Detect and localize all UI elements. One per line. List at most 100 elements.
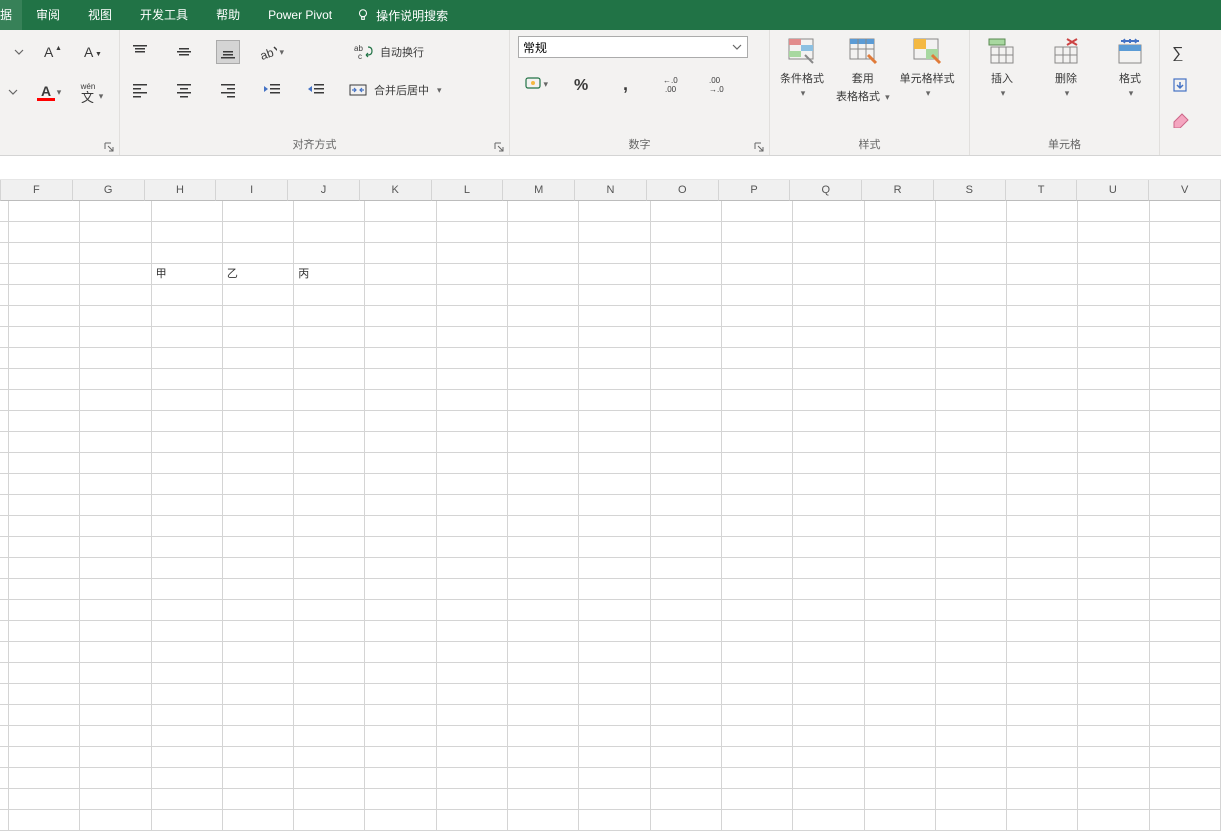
- cell-Q14[interactable]: [793, 474, 864, 495]
- cell-G9[interactable]: [80, 369, 151, 390]
- conditional-formatting[interactable]: 条件格式 ▾: [778, 36, 826, 99]
- cell-R29[interactable]: [865, 789, 936, 810]
- cell[interactable]: [0, 663, 9, 684]
- column-header-P[interactable]: P: [719, 180, 791, 201]
- cell-O1[interactable]: [651, 201, 722, 222]
- cell-R27[interactable]: [865, 747, 936, 768]
- column-header-F[interactable]: F: [1, 180, 73, 201]
- cell-O26[interactable]: [651, 726, 722, 747]
- cell-J16[interactable]: [294, 516, 365, 537]
- cell-N17[interactable]: [579, 537, 650, 558]
- cell-R9[interactable]: [865, 369, 936, 390]
- cell-S30[interactable]: [936, 810, 1007, 831]
- cell-O14[interactable]: [651, 474, 722, 495]
- cell-O6[interactable]: [651, 306, 722, 327]
- cell-L13[interactable]: [437, 453, 508, 474]
- cell-H25[interactable]: [152, 705, 223, 726]
- cell-P2[interactable]: [722, 222, 793, 243]
- tab-view[interactable]: 视图: [74, 0, 126, 30]
- cell-S7[interactable]: [936, 327, 1007, 348]
- cell-S11[interactable]: [936, 411, 1007, 432]
- cell-T20[interactable]: [1007, 600, 1078, 621]
- format-as-table[interactable]: 套用 表格格式 ▾: [836, 36, 890, 104]
- cell-T29[interactable]: [1007, 789, 1078, 810]
- cell-S2[interactable]: [936, 222, 1007, 243]
- cell-V15[interactable]: [1150, 495, 1221, 516]
- cell-O7[interactable]: [651, 327, 722, 348]
- cell-L25[interactable]: [437, 705, 508, 726]
- cell-T14[interactable]: [1007, 474, 1078, 495]
- cell-Q17[interactable]: [793, 537, 864, 558]
- cell[interactable]: [0, 306, 9, 327]
- cell-G10[interactable]: [80, 390, 151, 411]
- cell-K11[interactable]: [365, 411, 436, 432]
- cell-P20[interactable]: [722, 600, 793, 621]
- cell-K14[interactable]: [365, 474, 436, 495]
- cell-P3[interactable]: [722, 243, 793, 264]
- cell-S23[interactable]: [936, 663, 1007, 684]
- cell-T1[interactable]: [1007, 201, 1078, 222]
- cell-L29[interactable]: [437, 789, 508, 810]
- cell-O5[interactable]: [651, 285, 722, 306]
- autosum[interactable]: ∑: [1168, 40, 1192, 64]
- cell-H20[interactable]: [152, 600, 223, 621]
- cell-G3[interactable]: [80, 243, 151, 264]
- column-header-T[interactable]: T: [1006, 180, 1078, 201]
- cell-R24[interactable]: [865, 684, 936, 705]
- cell-K6[interactable]: [365, 306, 436, 327]
- cell[interactable]: [0, 642, 9, 663]
- cell-P6[interactable]: [722, 306, 793, 327]
- cell-J15[interactable]: [294, 495, 365, 516]
- cell-F9[interactable]: [9, 369, 80, 390]
- cell-F1[interactable]: [9, 201, 80, 222]
- cell-V8[interactable]: [1150, 348, 1221, 369]
- cell-J20[interactable]: [294, 600, 365, 621]
- cell-J14[interactable]: [294, 474, 365, 495]
- cell-T24[interactable]: [1007, 684, 1078, 705]
- cell-L9[interactable]: [437, 369, 508, 390]
- cell-V7[interactable]: [1150, 327, 1221, 348]
- cell-M16[interactable]: [508, 516, 579, 537]
- cell-M22[interactable]: [508, 642, 579, 663]
- cell-U28[interactable]: [1078, 768, 1149, 789]
- dialog-launcher-icon[interactable]: [103, 141, 115, 153]
- cell-F13[interactable]: [9, 453, 80, 474]
- cell-U5[interactable]: [1078, 285, 1149, 306]
- number-format-combo[interactable]: 常规: [518, 36, 748, 58]
- cell-M13[interactable]: [508, 453, 579, 474]
- cell-H4[interactable]: 甲: [152, 264, 223, 285]
- cell-P29[interactable]: [722, 789, 793, 810]
- cell-G26[interactable]: [80, 726, 151, 747]
- cell-R17[interactable]: [865, 537, 936, 558]
- cell-R1[interactable]: [865, 201, 936, 222]
- cell-G6[interactable]: [80, 306, 151, 327]
- cell-M11[interactable]: [508, 411, 579, 432]
- cell-Q19[interactable]: [793, 579, 864, 600]
- cell-K23[interactable]: [365, 663, 436, 684]
- cell-H30[interactable]: [152, 810, 223, 831]
- column-header-S[interactable]: S: [934, 180, 1006, 201]
- cell-J30[interactable]: [294, 810, 365, 831]
- cell-P17[interactable]: [722, 537, 793, 558]
- cell-F5[interactable]: [9, 285, 80, 306]
- cell-K25[interactable]: [365, 705, 436, 726]
- align-middle[interactable]: [172, 40, 196, 64]
- cell-J26[interactable]: [294, 726, 365, 747]
- cell-K30[interactable]: [365, 810, 436, 831]
- cell-U17[interactable]: [1078, 537, 1149, 558]
- cell-G30[interactable]: [80, 810, 151, 831]
- cell-R4[interactable]: [865, 264, 936, 285]
- cell-T7[interactable]: [1007, 327, 1078, 348]
- cell-I25[interactable]: [223, 705, 294, 726]
- cell-L5[interactable]: [437, 285, 508, 306]
- cell-G22[interactable]: [80, 642, 151, 663]
- cell-M25[interactable]: [508, 705, 579, 726]
- cell-J23[interactable]: [294, 663, 365, 684]
- cell-H26[interactable]: [152, 726, 223, 747]
- cell-I14[interactable]: [223, 474, 294, 495]
- fill-color-dropdown[interactable]: [8, 80, 18, 104]
- cell[interactable]: [0, 201, 9, 222]
- cell-K24[interactable]: [365, 684, 436, 705]
- cell-P19[interactable]: [722, 579, 793, 600]
- cell-F8[interactable]: [9, 348, 80, 369]
